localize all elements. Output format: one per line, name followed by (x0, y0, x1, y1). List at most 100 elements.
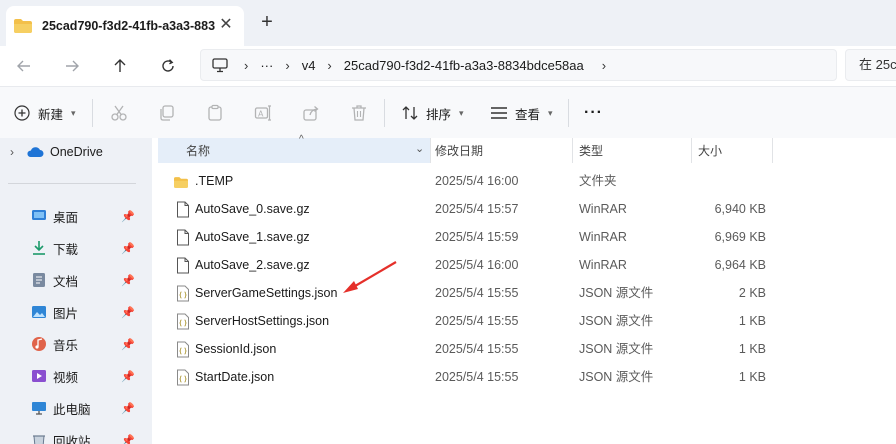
sidebar-scrollbar[interactable] (136, 138, 152, 444)
file-row[interactable]: ServerGameSettings.json 2025/5/4 15:55 JSO… (158, 279, 896, 307)
cut-button[interactable] (110, 101, 128, 125)
file-size: 1 KB (738, 342, 766, 356)
file-icon (177, 257, 189, 274)
sidebar-item-computer[interactable]: 此电脑 📌 (0, 394, 152, 422)
file-type: WinRAR (579, 202, 627, 216)
sidebar-item-label: 文档 (53, 274, 79, 289)
svg-text:A: A (258, 110, 264, 119)
address-bar[interactable]: › ··· › v4 › 25cad790-f3d2-41fb-a3a3-883… (200, 49, 837, 81)
plus-circle-icon (14, 105, 30, 121)
arrow-right-icon (66, 60, 79, 72)
file-type: WinRAR (579, 230, 627, 244)
new-tab-button[interactable]: + (256, 12, 278, 34)
forward-button[interactable] (60, 54, 84, 78)
file-name: ServerGameSettings.json (195, 286, 338, 300)
sidebar-item-recycle-bin[interactable]: 回收站 📌 (0, 426, 152, 444)
more-options-button[interactable]: ··· (584, 101, 603, 125)
chevron-right-icon: › (285, 57, 290, 73)
file-row[interactable]: ServerHostSettings.json 2025/5/4 15:55 JSO… (158, 307, 896, 335)
close-icon[interactable]: ✕ (218, 17, 234, 33)
copy-icon (160, 105, 174, 121)
view-button[interactable]: 查看 ▾ (490, 101, 553, 125)
chevron-down-icon: ▾ (548, 107, 553, 118)
arrow-left-icon (17, 60, 30, 72)
pin-icon[interactable]: 📌 (121, 402, 135, 415)
tab-title: 25cad790-f3d2-41fb-a3a3-883 (42, 19, 216, 33)
navigation-bar: › ··· › v4 › 25cad790-f3d2-41fb-a3a3-883… (0, 46, 896, 86)
column-header-type-label: 类型 (579, 144, 604, 158)
new-button[interactable]: 新建 ▾ (14, 101, 76, 125)
sidebar-item-desktop[interactable]: 桌面 📌 (0, 202, 152, 230)
column-header-type[interactable]: 类型 (579, 138, 603, 163)
column-divider[interactable] (691, 138, 692, 163)
pin-icon[interactable]: 📌 (121, 338, 135, 351)
pin-icon[interactable]: 📌 (121, 434, 135, 444)
file-size: 6,940 KB (714, 202, 766, 216)
file-row[interactable]: AutoSave_1.save.gz 2025/5/4 15:59 WinRAR 6,… (158, 223, 896, 251)
view-button-label: 查看 (515, 107, 541, 122)
divider (8, 183, 136, 184)
desktop-icon (32, 210, 46, 220)
chevron-right-icon[interactable]: › (602, 58, 606, 73)
file-modified: 2025/5/4 15:55 (435, 286, 519, 300)
column-divider[interactable] (572, 138, 573, 163)
command-bar: 新建 ▾ A 排序 ▾ 查看 ▾ ··· (0, 86, 896, 138)
divider (92, 99, 93, 127)
sort-ascending-icon: ^ (299, 134, 304, 145)
search-input[interactable]: 在 25c (845, 49, 896, 81)
file-size: 6,964 KB (714, 258, 766, 272)
file-name: AutoSave_1.save.gz (195, 230, 310, 244)
copy-button[interactable] (158, 101, 176, 125)
paste-button[interactable] (206, 101, 224, 125)
file-type: WinRAR (579, 258, 627, 272)
file-row[interactable]: AutoSave_2.save.gz 2025/5/4 16:00 WinRAR 6,… (158, 251, 896, 279)
file-row[interactable]: AutoSave_0.save.gz 2025/5/4 15:57 WinRAR 6,… (158, 195, 896, 223)
column-header-name-label: 名称 (186, 144, 211, 158)
sidebar-item-video[interactable]: 视频 📌 (0, 362, 152, 390)
file-type: 文件夹 (579, 174, 617, 188)
sidebar-item-onedrive[interactable]: › OneDrive (0, 138, 152, 166)
file-row[interactable]: StartDate.json 2025/5/4 15:55 JSON 源文件 1 KB (158, 363, 896, 391)
file-size (676, 167, 766, 195)
column-header-modified[interactable]: 修改日期 (435, 138, 483, 163)
file-size: 1 KB (738, 370, 766, 384)
column-divider[interactable] (430, 138, 431, 163)
back-button[interactable] (12, 54, 36, 78)
breadcrumb-more[interactable]: ··· (260, 58, 273, 73)
file-modified: 2025/5/4 16:00 (435, 174, 519, 188)
refresh-button[interactable] (156, 54, 180, 78)
tab-current[interactable]: 25cad790-f3d2-41fb-a3a3-883 ✕ (6, 6, 244, 46)
column-divider[interactable] (772, 138, 773, 163)
pin-icon[interactable]: 📌 (121, 242, 135, 255)
recycle-bin-icon (33, 435, 45, 444)
delete-button[interactable] (350, 101, 368, 125)
rename-button[interactable]: A (254, 101, 272, 125)
scissors-icon (111, 105, 127, 121)
file-modified: 2025/5/4 15:57 (435, 202, 519, 216)
pin-icon[interactable]: 📌 (121, 274, 135, 287)
breadcrumb-folder[interactable]: 25cad790-f3d2-41fb-a3a3-8834bdce58aa (344, 58, 584, 73)
sidebar-item-download[interactable]: 下载 📌 (0, 234, 152, 262)
file-type: JSON 源文件 (579, 314, 654, 328)
column-header-name[interactable]: 名称 (186, 138, 210, 163)
breadcrumb-v4[interactable]: v4 (302, 58, 316, 73)
sort-button[interactable]: 排序 ▾ (401, 101, 464, 125)
up-button[interactable] (108, 54, 132, 78)
file-row[interactable]: .TEMP 2025/5/4 16:00 文件夹 (158, 167, 896, 195)
file-name: StartDate.json (195, 370, 275, 384)
sidebar-item-document[interactable]: 文档 📌 (0, 266, 152, 294)
chevron-down-icon[interactable]: ⌄ (415, 142, 424, 155)
download-icon (33, 241, 45, 255)
file-type: JSON 源文件 (579, 370, 654, 384)
json-file-icon (177, 369, 189, 386)
sidebar-item-pictures[interactable]: 图片 📌 (0, 298, 152, 326)
sidebar-item-music[interactable]: 音乐 📌 (0, 330, 152, 358)
column-header-size[interactable]: 大小 (698, 138, 722, 163)
pin-icon[interactable]: 📌 (121, 306, 135, 319)
pin-icon[interactable]: 📌 (121, 210, 135, 223)
chevron-right-icon[interactable]: › (10, 145, 14, 159)
view-list-icon (491, 107, 507, 119)
pin-icon[interactable]: 📌 (121, 370, 135, 383)
file-row[interactable]: SessionId.json 2025/5/4 15:55 JSON 源文件 1 KB (158, 335, 896, 363)
share-button[interactable] (302, 101, 320, 125)
